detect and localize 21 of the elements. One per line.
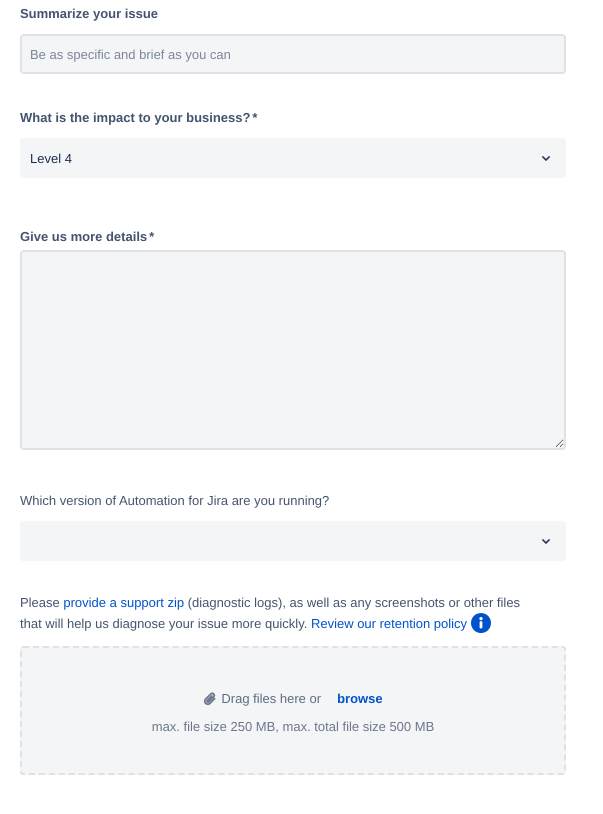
file-drop-zone[interactable]: Drag files here or browse max. file size 250 MB, max. total file size 500 MB bbox=[20, 646, 566, 775]
required-mark: * bbox=[149, 228, 154, 246]
field-label: What is the impact to your business? bbox=[20, 109, 250, 127]
dropdown-select[interactable]: Level 4 bbox=[20, 138, 566, 178]
chevron-down-icon bbox=[542, 156, 550, 160]
field-label: Which version of Automation for Jira are you running? bbox=[20, 492, 330, 510]
text-link[interactable]: provide a support zip bbox=[63, 595, 184, 610]
attachment-instructions: Please provide a support zip (diagnostic logs), as well as any screenshots or other files that will help us diagnose your issue more quickly. Review our retention policy bbox=[20, 594, 522, 634]
file-size-limits: max. file size 250 MB, max. total file size 500 MB bbox=[152, 718, 434, 736]
details-textarea[interactable] bbox=[20, 250, 566, 450]
paperclip-icon bbox=[203, 690, 218, 706]
chevron-down-icon bbox=[542, 538, 550, 544]
field-label: Summarize your issue bbox=[20, 5, 158, 23]
dropdown-select[interactable] bbox=[20, 521, 566, 561]
drop-prompt: Drag files here or bbox=[221, 691, 322, 706]
summary-input[interactable]: Be as specific and brief as you can bbox=[20, 34, 566, 74]
field-label: Give us more details bbox=[20, 228, 148, 246]
info-icon bbox=[471, 613, 492, 633]
text-link[interactable]: Review our retention policy bbox=[310, 616, 468, 631]
browse-link[interactable]: browse bbox=[337, 691, 383, 706]
required-mark: * bbox=[252, 109, 258, 127]
